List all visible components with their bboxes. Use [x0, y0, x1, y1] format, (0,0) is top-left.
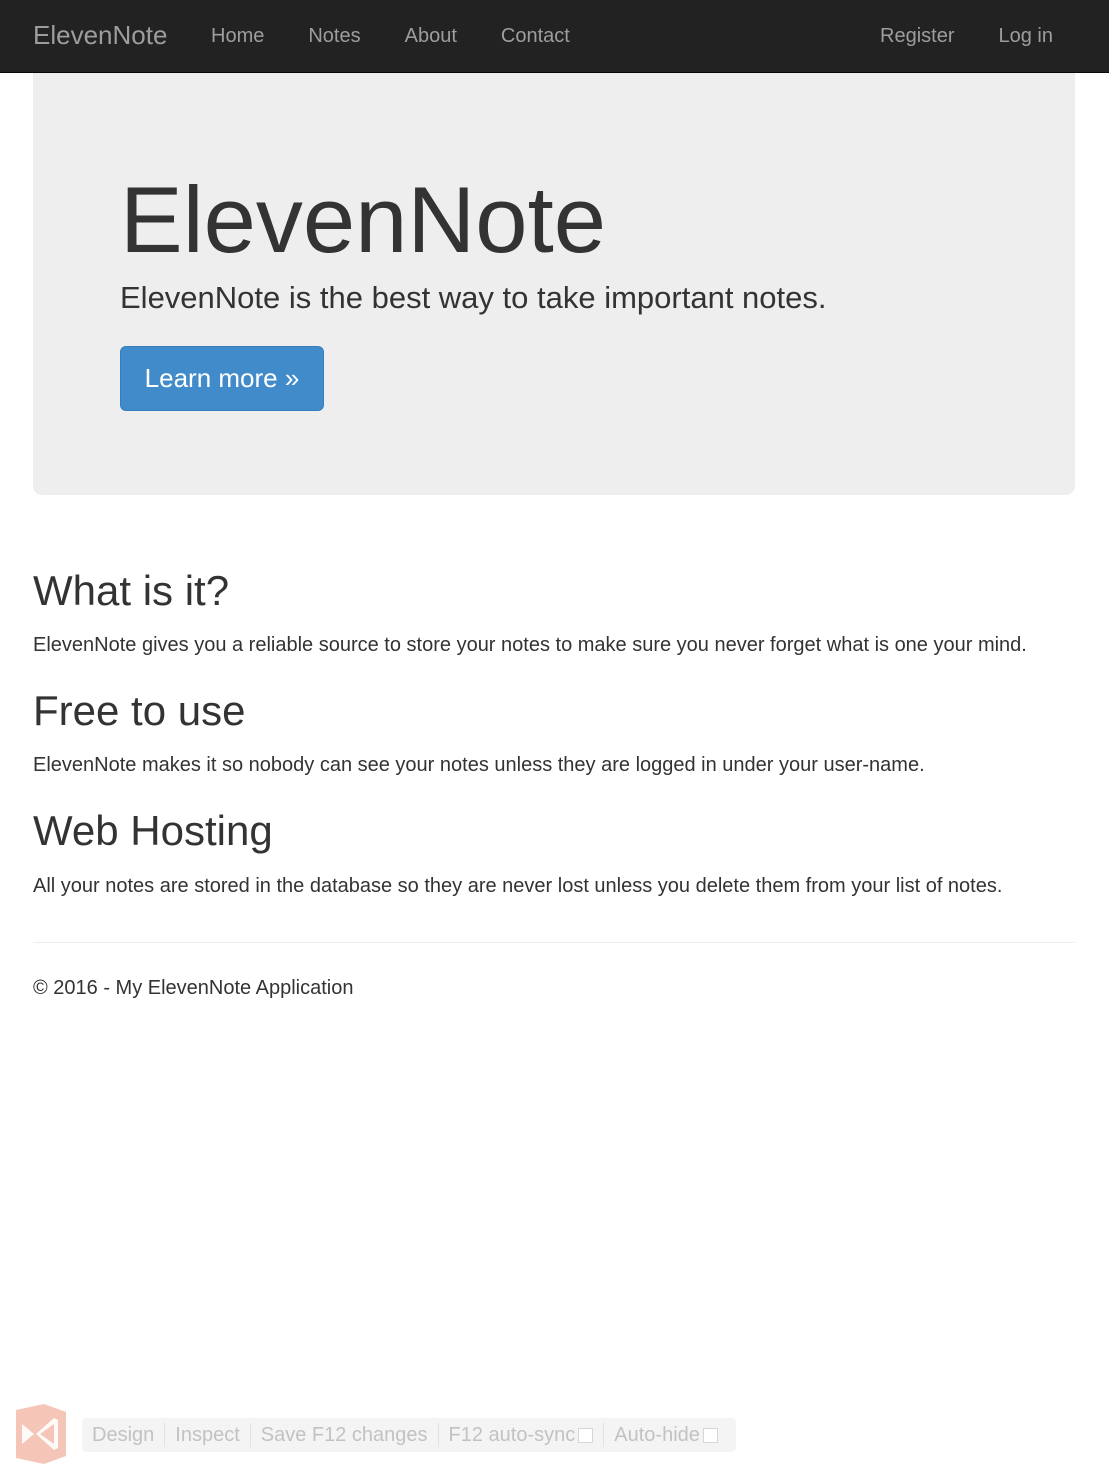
- learn-more-button[interactable]: Learn more »: [120, 346, 324, 411]
- f12-auto-sync-label: F12 auto-sync: [448, 1424, 576, 1446]
- section-heading-what-is-it: What is it?: [33, 567, 230, 614]
- main-nav: Home Notes About Contact: [189, 23, 592, 49]
- section-text-free-to-use: ElevenNote makes it so nobody can see yo…: [33, 754, 925, 776]
- inspect-button[interactable]: Inspect: [164, 1423, 249, 1447]
- section-text-web-hosting: All your notes are stored in the databas…: [33, 875, 1003, 897]
- nav-notes-link[interactable]: Notes: [286, 23, 382, 49]
- auto-hide-toggle[interactable]: Auto-hide: [603, 1423, 728, 1447]
- jumbotron-lead: ElevenNote is the best way to take impor…: [120, 280, 827, 315]
- section-text-what-is-it: ElevenNote gives you a reliable source t…: [33, 634, 1027, 656]
- footer-copyright: © 2016 - My ElevenNote Application: [33, 977, 354, 999]
- register-link[interactable]: Register: [858, 23, 976, 49]
- nav-contact-link[interactable]: Contact: [479, 23, 592, 49]
- auto-hide-checkbox[interactable]: [702, 1427, 718, 1443]
- design-button[interactable]: Design: [82, 1423, 164, 1447]
- jumbotron-title: ElevenNote: [120, 167, 606, 272]
- save-f12-changes-button[interactable]: Save F12 changes: [249, 1423, 438, 1447]
- login-link[interactable]: Log in: [977, 23, 1076, 49]
- footer-divider: [33, 942, 1075, 943]
- jumbotron: ElevenNote ElevenNote is the best way to…: [33, 73, 1075, 495]
- brand-link[interactable]: ElevenNote: [33, 19, 167, 51]
- f12-auto-sync-checkbox[interactable]: [578, 1427, 594, 1443]
- account-nav: Register Log in: [858, 23, 1075, 49]
- f12-auto-sync-toggle[interactable]: F12 auto-sync: [437, 1423, 604, 1447]
- visual-studio-icon[interactable]: [14, 1404, 67, 1464]
- auto-hide-label: Auto-hide: [614, 1424, 700, 1446]
- browser-link-toolbar: Design Inspect Save F12 changes F12 auto…: [82, 1418, 736, 1452]
- section-heading-web-hosting: Web Hosting: [33, 807, 273, 854]
- top-navbar: ElevenNote Home Notes About Contact Regi…: [0, 0, 1109, 73]
- nav-about-link[interactable]: About: [383, 23, 479, 49]
- section-heading-free-to-use: Free to use: [33, 687, 246, 734]
- nav-home-link[interactable]: Home: [189, 23, 286, 49]
